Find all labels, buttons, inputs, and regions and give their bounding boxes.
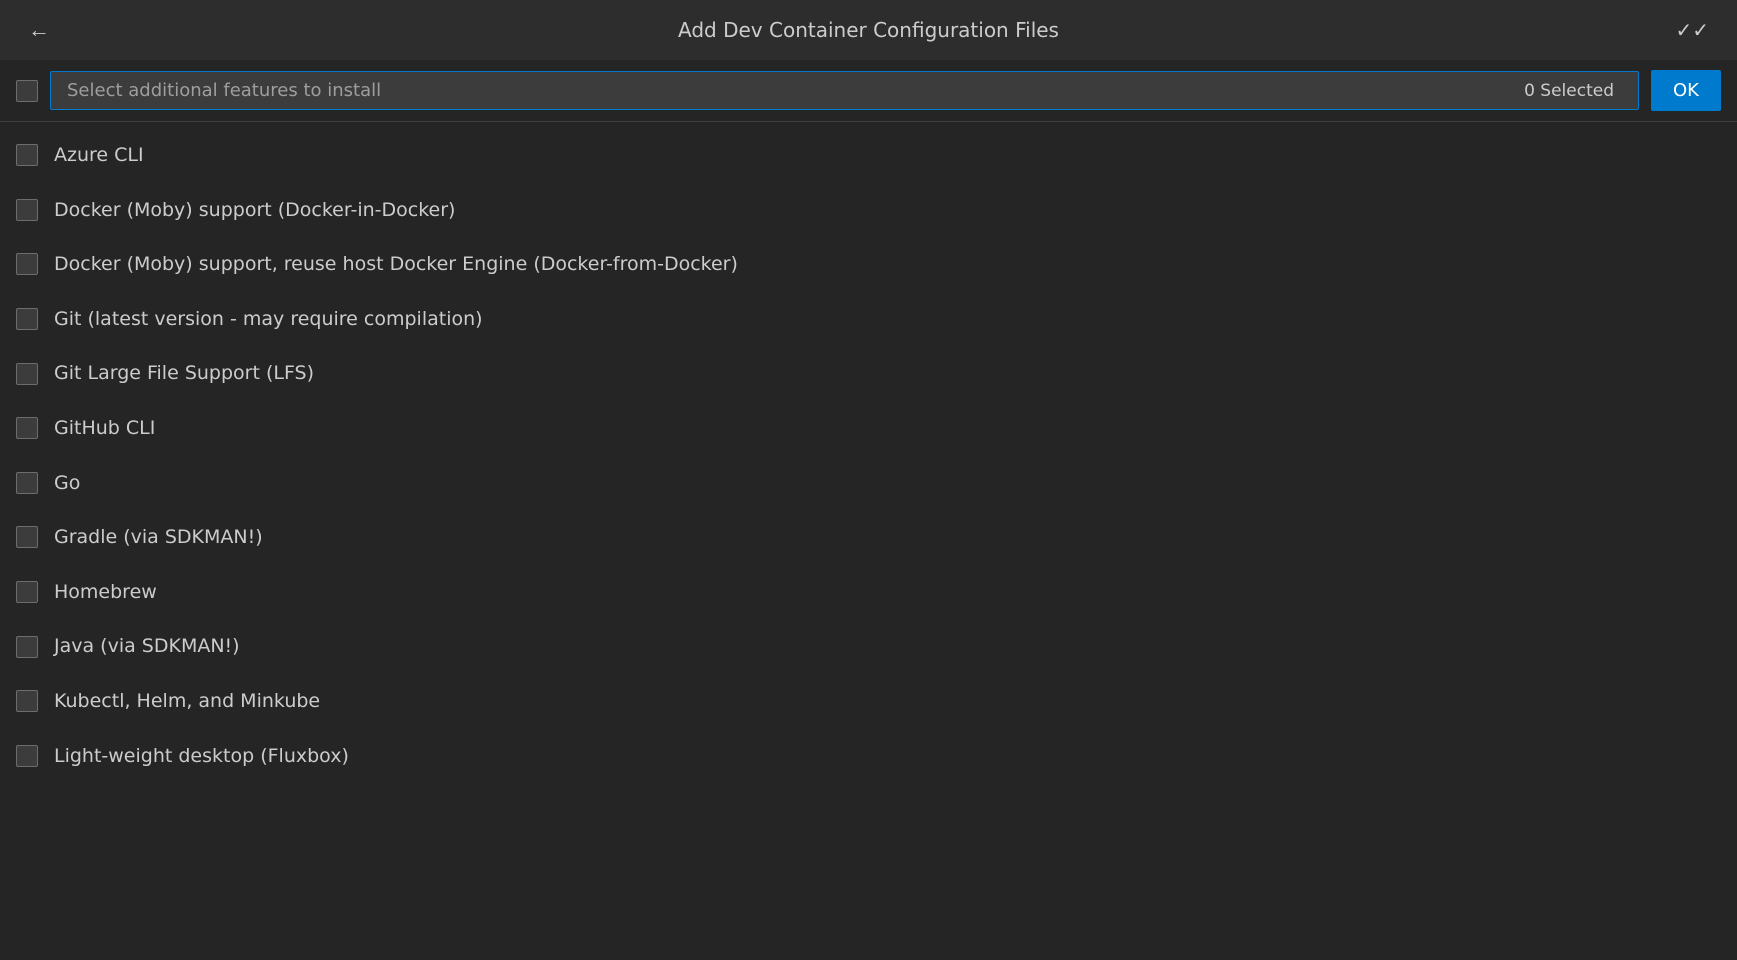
item-checkbox-2[interactable] <box>16 199 38 221</box>
item-label: Go <box>54 470 80 497</box>
list-item[interactable]: Gradle (via SDKMAN!) <box>0 510 1737 565</box>
list-item[interactable]: Light-weight desktop (Fluxbox) <box>0 729 1737 784</box>
ok-button[interactable]: OK <box>1651 70 1721 111</box>
selected-count: 0 Selected <box>1524 81 1622 101</box>
item-label: Gradle (via SDKMAN!) <box>54 524 263 551</box>
list-item[interactable]: Java (via SDKMAN!) <box>0 619 1737 674</box>
item-label: GitHub CLI <box>54 415 155 442</box>
list-item[interactable]: Azure CLI <box>0 128 1737 183</box>
item-label: Light-weight desktop (Fluxbox) <box>54 743 349 770</box>
list-item[interactable]: Docker (Moby) support, reuse host Docker… <box>0 237 1737 292</box>
item-label: Git Large File Support (LFS) <box>54 360 314 387</box>
list-item[interactable]: Git Large File Support (LFS) <box>0 346 1737 401</box>
item-checkbox-3[interactable] <box>16 253 38 275</box>
item-checkbox-8[interactable] <box>16 526 38 548</box>
item-label: Kubectl, Helm, and Minkube <box>54 688 320 715</box>
title-bar: ← Add Dev Container Configuration Files … <box>0 0 1737 60</box>
item-checkbox-12[interactable] <box>16 745 38 767</box>
list-item[interactable]: Go <box>0 456 1737 511</box>
item-checkbox-6[interactable] <box>16 417 38 439</box>
item-checkbox-1[interactable] <box>16 144 38 166</box>
search-bar: 0 Selected OK <box>0 60 1737 122</box>
list-item[interactable]: Git (latest version - may require compil… <box>0 292 1737 347</box>
item-label: Git (latest version - may require compil… <box>54 306 483 333</box>
item-checkbox-5[interactable] <box>16 363 38 385</box>
back-button[interactable]: ← <box>20 13 58 47</box>
select-all-checkbox[interactable] <box>16 80 38 102</box>
check-all-button[interactable]: ✓✓ <box>1667 14 1717 47</box>
app-container: ← Add Dev Container Configuration Files … <box>0 0 1737 960</box>
item-checkbox-7[interactable] <box>16 472 38 494</box>
search-input[interactable] <box>67 80 1524 101</box>
list-item[interactable]: GitHub CLI <box>0 401 1737 456</box>
item-label: Java (via SDKMAN!) <box>54 633 240 660</box>
item-checkbox-4[interactable] <box>16 308 38 330</box>
item-label: Docker (Moby) support, reuse host Docker… <box>54 251 738 278</box>
items-list: Azure CLI Docker (Moby) support (Docker-i… <box>0 122 1737 960</box>
item-label: Docker (Moby) support (Docker-in-Docker) <box>54 197 455 224</box>
item-label: Azure CLI <box>54 142 144 169</box>
item-checkbox-11[interactable] <box>16 690 38 712</box>
item-checkbox-9[interactable] <box>16 581 38 603</box>
list-item[interactable]: Docker (Moby) support (Docker-in-Docker) <box>0 183 1737 238</box>
search-input-wrapper: 0 Selected <box>50 71 1639 110</box>
item-checkbox-10[interactable] <box>16 636 38 658</box>
item-label: Homebrew <box>54 579 157 606</box>
page-title: Add Dev Container Configuration Files <box>678 18 1059 42</box>
list-item[interactable]: Kubectl, Helm, and Minkube <box>0 674 1737 729</box>
list-item[interactable]: Homebrew <box>0 565 1737 620</box>
